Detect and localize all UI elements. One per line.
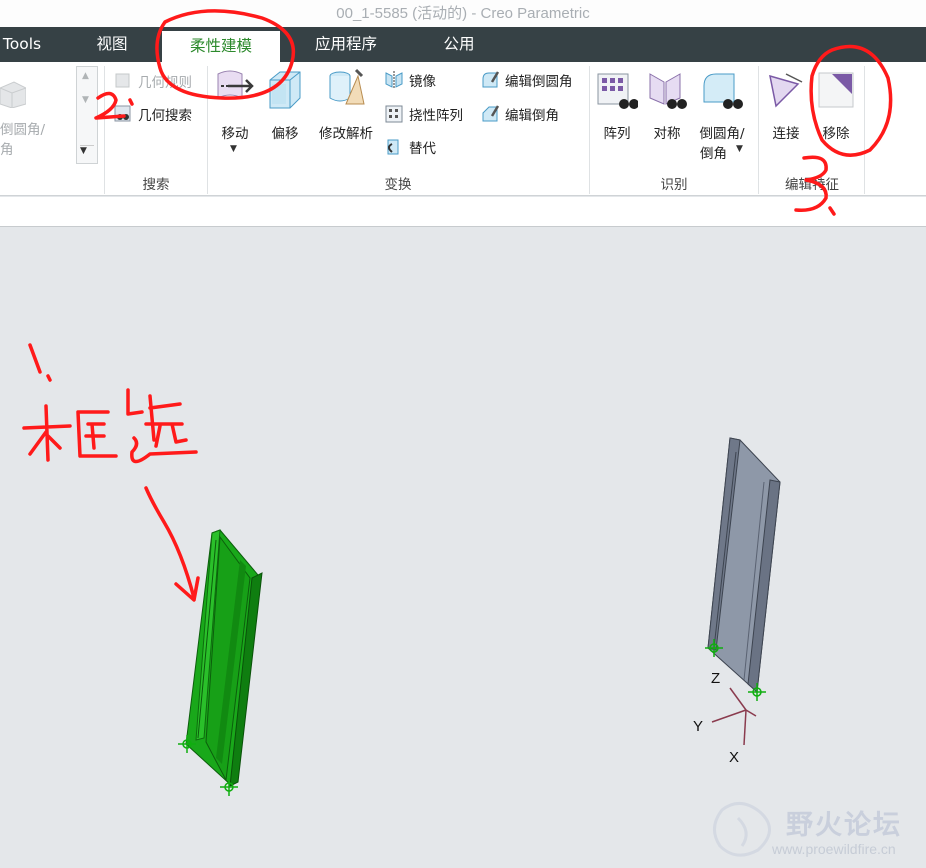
pattern-recognition-icon[interactable] [596, 68, 639, 112]
edit-round-label: 编辑倒圆角 [505, 74, 573, 90]
geometry-rule-button[interactable]: 几何规则 [113, 69, 192, 93]
ribbon-tab-bar: Tools 视图 柔性建模 应用程序 公用 [0, 27, 926, 62]
edit-chamfer-button[interactable]: 编辑倒角 [480, 102, 559, 126]
graphics-viewport[interactable] [0, 228, 926, 868]
mirror-button[interactable]: 镜像 [384, 68, 436, 92]
axis-label-z: Z [711, 670, 721, 687]
modify-analytic-icon[interactable] [326, 68, 368, 112]
tab-view[interactable]: 视图 [86, 27, 138, 62]
flexible-pattern-button[interactable]: 挠性阵列 [384, 102, 463, 126]
expand-gallery-icon[interactable]: ▼ [80, 145, 94, 159]
edit-round-icon [480, 70, 500, 90]
edit-chamfer-icon [480, 104, 500, 124]
mirror-label: 镜像 [409, 74, 436, 90]
round-chamfer-dropdown-icon[interactable]: ▼ [736, 144, 743, 154]
substitute-button[interactable]: 替代 [384, 135, 436, 159]
substitute-label: 替代 [409, 141, 436, 157]
round-chamfer-shape-icon [0, 78, 27, 109]
binoculars-search-icon [113, 104, 133, 124]
window-title: 00_1-5585 (活动的) - Creo Parametric [0, 0, 926, 27]
flexible-pattern-label: 挠性阵列 [409, 108, 463, 124]
round-chamfer-recognition-label-2[interactable]: 倒角 [700, 142, 727, 162]
geometry-search-label: 几何搜索 [138, 108, 192, 124]
tab-tools[interactable]: Tools [0, 27, 52, 62]
remove-button[interactable]: 移除 [814, 122, 858, 142]
transform-group-label: 变换 [384, 177, 412, 193]
tab-applications[interactable]: 应用程序 [298, 27, 394, 62]
gallery-scrollbar[interactable]: ▲ ▼ ▼ [76, 66, 98, 164]
remove-icon[interactable] [818, 72, 854, 108]
round-chamfer-recognition-label-1[interactable]: 倒圆角/ [694, 122, 750, 142]
substitute-icon [384, 137, 404, 157]
watermark-url: www.proewildfire.cn [772, 841, 896, 857]
edit-chamfer-label: 编辑倒角 [505, 108, 559, 124]
move-icon[interactable] [214, 68, 256, 104]
tab-common[interactable]: 公用 [425, 27, 493, 62]
geometry-rule-label: 几何规则 [138, 75, 192, 91]
offset-button[interactable]: 偏移 [264, 122, 306, 142]
attach-icon[interactable] [766, 70, 806, 110]
move-button[interactable]: 移动 [214, 122, 256, 142]
mirror-icon [384, 70, 404, 90]
edit-features-group-label: 编辑特征 [785, 177, 839, 193]
modify-analytic-button[interactable]: 修改解析 [314, 122, 378, 142]
shape-round-label-2: 角 [0, 142, 14, 158]
geometry-search-button[interactable]: 几何搜索 [113, 102, 192, 126]
round-chamfer-recognition-icon[interactable] [700, 68, 744, 112]
edit-round-button[interactable]: 编辑倒圆角 [480, 68, 573, 92]
search-group-label: 搜索 [142, 177, 170, 193]
watermark-text: 野火论坛 [786, 810, 902, 841]
symmetry-button[interactable]: 对称 [646, 122, 688, 142]
pattern-button[interactable]: 阵列 [596, 122, 638, 142]
attach-button[interactable]: 连接 [766, 122, 806, 142]
shape-round-label-1: 倒圆角/ [0, 122, 46, 138]
flexible-pattern-icon [384, 104, 404, 124]
ribbon: 倒圆角/ 角 ▲ ▼ ▼ 几何规则 几何搜索 搜索 移动 ▼ 偏移 修改解析 镜… [0, 62, 926, 196]
recognize-group-label: 识别 [660, 177, 688, 193]
geometry-rule-icon [113, 71, 133, 91]
axis-label-x: X [729, 749, 740, 766]
axis-label-y: Y [693, 718, 704, 735]
offset-icon[interactable] [264, 68, 306, 112]
scroll-down-icon[interactable]: ▼ [82, 95, 89, 105]
move-dropdown-icon[interactable]: ▼ [230, 144, 237, 154]
ribbon-sub-strip [0, 197, 926, 227]
tab-flexible-modeling[interactable]: 柔性建模 [162, 31, 280, 62]
symmetry-recognition-icon[interactable] [646, 68, 688, 112]
scroll-up-icon[interactable]: ▲ [82, 71, 89, 81]
